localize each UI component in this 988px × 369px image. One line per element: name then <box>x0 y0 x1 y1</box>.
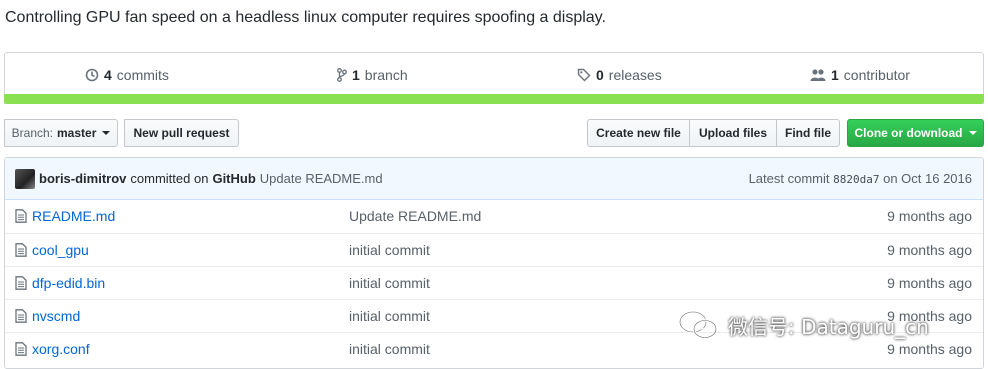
clone-or-download-button[interactable]: Clone or download <box>847 119 984 147</box>
clone-label: Clone or download <box>854 126 963 140</box>
file-icon <box>15 309 27 323</box>
commits-label: commits <box>116 67 169 83</box>
file-name-link[interactable]: nvscmd <box>32 308 80 324</box>
branch-select-button[interactable]: Branch: master <box>4 119 118 147</box>
people-icon <box>810 69 826 81</box>
contributor-count: 1 <box>831 67 839 83</box>
find-file-button[interactable]: Find file <box>776 119 840 147</box>
branch-prefix: Branch: <box>11 126 53 140</box>
tag-icon <box>577 68 591 82</box>
file-icon <box>15 209 27 223</box>
file-row: cool_gpu initial commit 9 months ago <box>5 233 983 266</box>
branch-name: master <box>57 126 97 140</box>
file-age: 9 months ago <box>887 208 972 224</box>
commit-message-link[interactable]: Update README.md <box>260 171 383 186</box>
caret-down-icon <box>102 131 111 135</box>
latest-commit-bar: boris-dimitrov committed on GitHub Updat… <box>5 158 983 200</box>
commit-author-link[interactable]: boris-dimitrov <box>39 171 126 186</box>
file-age: 9 months ago <box>887 242 972 258</box>
wechat-watermark: 微信号: Dataguru_cn <box>676 308 929 342</box>
contributors-link[interactable]: 1 contributor <box>810 67 910 83</box>
file-icon <box>15 342 27 356</box>
wechat-logo-icon <box>678 310 718 339</box>
latest-commit-info: Latest commit 8820da7 on Oct 16 2016 <box>749 171 972 186</box>
latest-commit-label: Latest commit <box>748 171 830 186</box>
commit-date: on Oct 16 2016 <box>883 171 972 186</box>
file-icon <box>15 243 27 257</box>
releases-label: releases <box>608 67 662 83</box>
branch-count: 1 <box>352 67 360 83</box>
branch-label: branch <box>364 67 408 83</box>
file-commit-message-link[interactable]: initial commit <box>349 275 430 291</box>
watermark-text: 微信号: Dataguru_cn <box>728 314 929 339</box>
commit-sha-link[interactable]: 8820da7 <box>833 173 879 186</box>
committed-on-text: committed on <box>130 171 209 186</box>
history-icon <box>85 68 99 82</box>
file-name-link[interactable]: xorg.conf <box>32 341 90 357</box>
file-icon <box>15 276 27 290</box>
avatar[interactable] <box>15 168 35 189</box>
upload-files-button[interactable]: Upload files <box>689 119 777 147</box>
file-commit-message-link[interactable]: initial commit <box>349 242 430 258</box>
file-age: 9 months ago <box>887 275 972 291</box>
file-name-link[interactable]: cool_gpu <box>32 242 89 258</box>
contributor-label: contributor <box>843 67 910 83</box>
file-name-link[interactable]: README.md <box>32 208 115 224</box>
file-name-link[interactable]: dfp-edid.bin <box>32 275 105 291</box>
branches-link[interactable]: 1 branch <box>337 67 408 83</box>
committer-platform: GitHub <box>212 171 256 186</box>
file-commit-message-link[interactable]: initial commit <box>349 308 430 324</box>
caret-down-icon <box>968 131 977 135</box>
releases-link[interactable]: 0 releases <box>577 67 662 83</box>
file-age: 9 months ago <box>887 341 972 357</box>
language-bar[interactable] <box>4 94 984 104</box>
create-new-file-button[interactable]: Create new file <box>587 119 690 147</box>
commits-count: 4 <box>104 67 112 83</box>
file-row: dfp-edid.bin initial commit 9 months ago <box>5 266 983 299</box>
file-commit-message-link[interactable]: initial commit <box>349 341 430 357</box>
commits-link[interactable]: 4 commits <box>85 67 169 83</box>
branch-icon <box>337 68 347 82</box>
new-pull-request-button[interactable]: New pull request <box>124 119 239 147</box>
file-row: README.md Update README.md 9 months ago <box>5 200 983 233</box>
repo-description: Controlling GPU fan speed on a headless … <box>5 9 606 26</box>
releases-count: 0 <box>596 67 604 83</box>
file-commit-message-link[interactable]: Update README.md <box>349 208 481 224</box>
